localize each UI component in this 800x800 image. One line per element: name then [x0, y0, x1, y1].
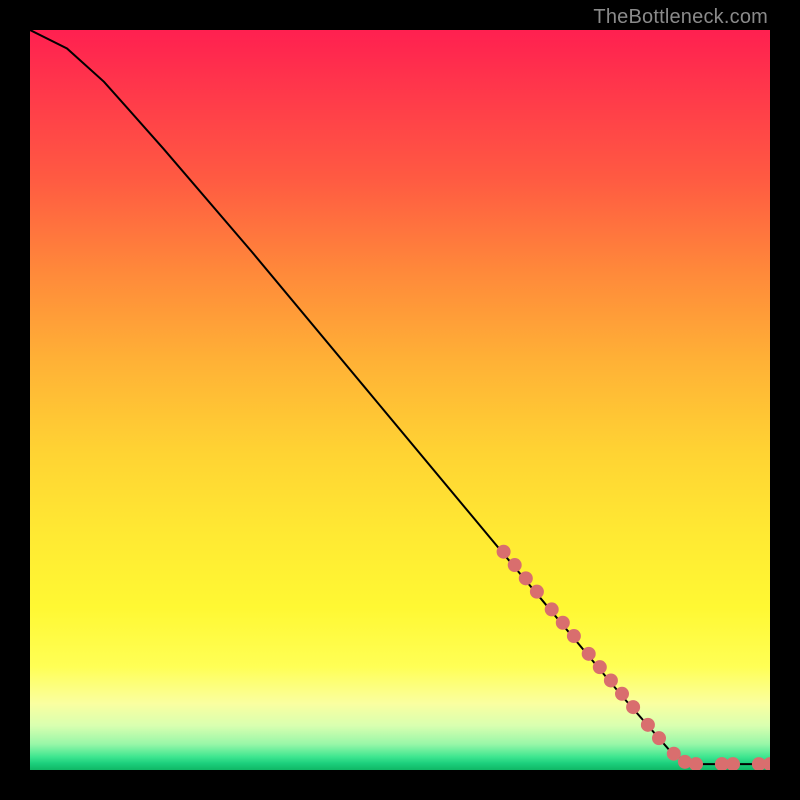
data-marker	[615, 687, 629, 701]
data-marker	[582, 647, 596, 661]
data-marker	[556, 616, 570, 630]
data-marker	[626, 700, 640, 714]
marker-layer	[497, 545, 770, 770]
data-marker	[545, 602, 559, 616]
chart-area	[30, 30, 770, 770]
data-marker	[726, 757, 740, 770]
curve-line	[30, 30, 770, 764]
data-marker	[497, 545, 511, 559]
data-marker	[593, 660, 607, 674]
data-marker	[508, 558, 522, 572]
data-marker	[641, 718, 655, 732]
data-marker	[652, 731, 666, 745]
data-marker	[519, 571, 533, 585]
data-marker	[530, 585, 544, 599]
data-marker	[604, 673, 618, 687]
plot-svg	[30, 30, 770, 770]
data-marker	[567, 629, 581, 643]
credit-label: TheBottleneck.com	[593, 6, 768, 29]
